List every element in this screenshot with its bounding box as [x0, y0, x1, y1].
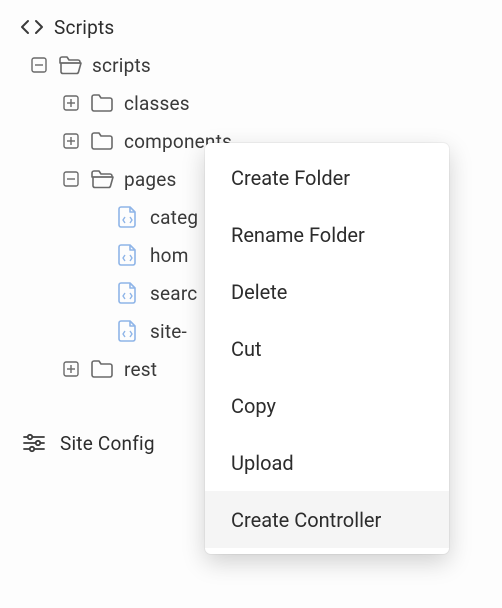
collapse-icon[interactable] — [30, 56, 48, 74]
menu-cut[interactable]: Cut — [205, 320, 449, 377]
menu-upload[interactable]: Upload — [205, 434, 449, 491]
menu-copy[interactable]: Copy — [205, 377, 449, 434]
scripts-header[interactable]: Scripts — [0, 8, 502, 46]
menu-create-controller[interactable]: Create Controller — [205, 491, 449, 548]
menu-label: Rename Folder — [231, 223, 365, 247]
folder-icon — [90, 129, 114, 153]
tree-node-scripts[interactable]: scripts — [0, 46, 502, 84]
menu-label: Copy — [231, 394, 276, 418]
node-label: pages — [124, 168, 177, 191]
node-label: scripts — [92, 54, 151, 77]
menu-label: Create Folder — [231, 166, 350, 190]
folder-icon — [90, 91, 114, 115]
header-title: Scripts — [54, 16, 114, 39]
file-label: site- — [150, 320, 187, 343]
script-file-icon — [116, 319, 140, 343]
site-config-label: Site Config — [60, 432, 155, 455]
menu-label: Upload — [231, 451, 294, 475]
menu-rename-folder[interactable]: Rename Folder — [205, 206, 449, 263]
code-icon — [20, 15, 44, 39]
node-label: rest — [124, 358, 157, 381]
menu-create-folder[interactable]: Create Folder — [205, 149, 449, 206]
tree-node-classes[interactable]: classes — [0, 84, 502, 122]
folder-open-icon — [58, 53, 82, 77]
expand-icon[interactable] — [62, 132, 80, 150]
folder-icon — [90, 357, 114, 381]
sliders-icon — [22, 431, 46, 455]
script-file-icon — [116, 243, 140, 267]
menu-label: Create Controller — [231, 508, 381, 532]
menu-delete[interactable]: Delete — [205, 263, 449, 320]
node-label: classes — [124, 92, 190, 115]
file-label: hom — [150, 244, 189, 267]
expand-icon[interactable] — [62, 360, 80, 378]
script-file-icon — [116, 205, 140, 229]
context-menu: Create Folder Rename Folder Delete Cut C… — [205, 143, 449, 554]
collapse-icon[interactable] — [62, 170, 80, 188]
file-label: categ — [150, 206, 198, 229]
menu-label: Cut — [231, 337, 262, 361]
folder-open-icon — [90, 167, 114, 191]
script-file-icon — [116, 281, 140, 305]
menu-label: Delete — [231, 280, 287, 304]
file-label: searc — [150, 282, 197, 305]
expand-icon[interactable] — [62, 94, 80, 112]
